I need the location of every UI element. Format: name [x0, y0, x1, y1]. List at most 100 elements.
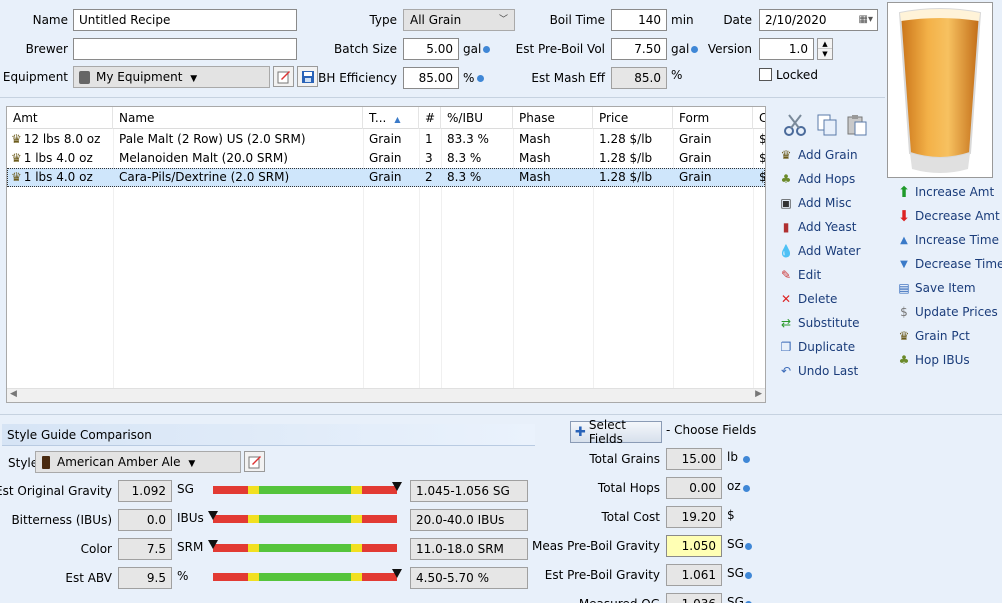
table-row[interactable]: ♛ 1 lbs 4.0 oz Melanoiden Malt (20.0 SRM) G… — [7, 149, 765, 168]
boil-time-input[interactable]: 140 — [611, 9, 667, 31]
batch-size-input[interactable]: 5.00 — [403, 38, 459, 60]
increase-time-button[interactable]: ▲ Increase Time — [896, 229, 999, 251]
arrow-up-green-icon: ⬆ — [896, 184, 912, 200]
spin-up-icon[interactable]: ▲ — [818, 39, 832, 49]
scroll-left-icon[interactable]: ◀ — [10, 389, 17, 399]
style-row-range: 11.0-18.0 SRM — [410, 538, 528, 560]
increase-amt-button[interactable]: ⬆ Increase Amt — [896, 181, 994, 203]
col-type[interactable]: T... ▲ — [363, 107, 419, 129]
copy-button[interactable] — [815, 113, 839, 140]
total-unit: SG — [727, 595, 744, 603]
brewer-label: Brewer — [26, 42, 68, 56]
style-select[interactable]: American Amber Ale ▼ — [35, 451, 241, 473]
name-label: Name — [33, 13, 68, 27]
brewer-input[interactable] — [73, 38, 297, 60]
add-hops-button[interactable]: ♣ Add Hops — [778, 168, 855, 190]
cell-amt: ♛ 12 lbs 8.0 oz — [7, 130, 113, 149]
col-pct-ibu[interactable]: %/IBU — [441, 107, 513, 129]
edit-style-button[interactable] — [244, 451, 265, 472]
equipment-icon — [79, 71, 90, 84]
boil-time-label: Boil Time — [550, 13, 605, 27]
col-amt[interactable]: Amt — [7, 107, 113, 129]
water-drop-icon: 💧 — [778, 243, 794, 259]
bh-efficiency-label: BH Efficiency — [318, 71, 397, 85]
col-name[interactable]: Name — [113, 107, 363, 129]
style-row-label: Color — [81, 542, 112, 556]
bh-efficiency-unit: % — [463, 71, 474, 85]
version-input[interactable]: 1.0 — [759, 38, 814, 60]
style-guide-header: Style Guide Comparison — [2, 424, 535, 446]
update-prices-button[interactable]: $ Update Prices — [896, 301, 998, 323]
style-range-bar — [213, 544, 397, 552]
cut-button[interactable] — [783, 113, 807, 140]
add-grain-button[interactable]: ♛ Add Grain — [778, 144, 858, 166]
info-dot-icon[interactable] — [745, 543, 752, 550]
delete-button[interactable]: ✕ Delete — [778, 288, 837, 310]
col-num[interactable]: # — [419, 107, 441, 129]
dropdown-arrow-icon: ▼ — [188, 459, 195, 469]
cell-pct: 8.3 % — [441, 149, 513, 168]
total-unit: SG — [727, 537, 744, 551]
info-dot-icon[interactable] — [477, 75, 484, 82]
swap-icon: ⇄ — [778, 315, 794, 331]
cell-num: 3 — [419, 149, 441, 168]
cell-form: Grain — [673, 168, 753, 187]
pre-boil-vol-input[interactable]: 7.50 — [611, 38, 667, 60]
cell-type: Grain — [363, 130, 419, 149]
undo-last-button[interactable]: ↶ Undo Last — [778, 360, 858, 382]
edit-equipment-button[interactable] — [273, 66, 294, 87]
decrease-amt-label: Decrease Amt — [915, 209, 1000, 223]
table-row[interactable]: ♛ 1 lbs 4.0 oz Cara-Pils/Dextrine (2.0 SRM… — [7, 168, 765, 187]
add-yeast-button[interactable]: ▮ Add Yeast — [778, 216, 856, 238]
date-picker[interactable]: 2/10/2020 ▦▾ — [759, 9, 878, 31]
edit-button[interactable]: ✎ Edit — [778, 264, 821, 286]
info-dot-icon[interactable] — [743, 485, 750, 492]
col-price[interactable]: Price — [593, 107, 673, 129]
info-dot-icon[interactable] — [745, 572, 752, 579]
col-phase[interactable]: Phase — [513, 107, 593, 129]
hop-ibus-button[interactable]: ♣ Hop IBUs — [896, 349, 970, 371]
spin-down-icon[interactable]: ▼ — [818, 49, 832, 59]
increase-time-label: Increase Time — [915, 233, 999, 247]
info-dot-icon[interactable] — [743, 456, 750, 463]
mash-eff-unit: % — [671, 68, 682, 82]
style-range-bar — [213, 573, 397, 581]
info-dot-icon[interactable] — [483, 46, 490, 53]
style-row-label: Bitterness (IBUs) — [11, 513, 112, 527]
save-item-button[interactable]: ▤ Save Item — [896, 277, 976, 299]
grain-pct-button[interactable]: ♛ Grain Pct — [896, 325, 970, 347]
type-value: All Grain — [410, 13, 461, 27]
style-row-range: 4.50-5.70 % — [410, 567, 528, 589]
decrease-time-button[interactable]: ▼ Decrease Time — [896, 253, 1002, 275]
add-water-button[interactable]: 💧 Add Water — [778, 240, 861, 262]
info-dot-icon[interactable] — [691, 46, 698, 53]
select-fields-button[interactable]: ✚ Select Fields — [570, 421, 662, 443]
ingredients-grid[interactable]: Amt Name T... ▲ # %/IBU Phase Price Form … — [6, 106, 766, 403]
paste-button[interactable] — [845, 113, 869, 140]
col-c[interactable]: C — [753, 107, 766, 129]
total-label: Est Pre-Boil Gravity — [545, 568, 660, 582]
save-equipment-button[interactable] — [297, 66, 318, 87]
duplicate-button[interactable]: ❐ Duplicate — [778, 336, 855, 358]
table-row[interactable]: ♛ 12 lbs 8.0 oz Pale Malt (2 Row) US (2.0 … — [7, 130, 765, 149]
bh-efficiency-input[interactable]: 85.00 — [403, 67, 459, 89]
recipe-name-input[interactable]: Untitled Recipe — [73, 9, 297, 31]
locked-label: Locked — [776, 68, 818, 82]
version-spinner[interactable]: ▲ ▼ — [817, 38, 833, 60]
cell-amt-text: 12 lbs 8.0 oz — [24, 132, 101, 146]
batch-size-label: Batch Size — [334, 42, 397, 56]
calendar-icon[interactable]: ▦▾ — [859, 10, 873, 30]
locked-checkbox[interactable] — [759, 68, 772, 81]
add-misc-button[interactable]: ▣ Add Misc — [778, 192, 852, 214]
equipment-select[interactable]: My Equipment ▼ — [73, 66, 270, 88]
horizontal-scrollbar[interactable]: ◀ ▶ — [7, 388, 765, 402]
col-type-label: T... — [369, 111, 386, 125]
decrease-amt-button[interactable]: ⬇ Decrease Amt — [896, 205, 1000, 227]
misc-icon: ▣ — [778, 195, 794, 211]
type-select[interactable]: All Grain ﹀ — [403, 9, 515, 31]
style-row-unit: % — [177, 569, 188, 583]
col-form[interactable]: Form — [673, 107, 753, 129]
meas-pre-boil-gravity-input[interactable]: 1.050 — [666, 535, 722, 557]
substitute-button[interactable]: ⇄ Substitute — [778, 312, 860, 334]
scroll-right-icon[interactable]: ▶ — [755, 389, 762, 399]
